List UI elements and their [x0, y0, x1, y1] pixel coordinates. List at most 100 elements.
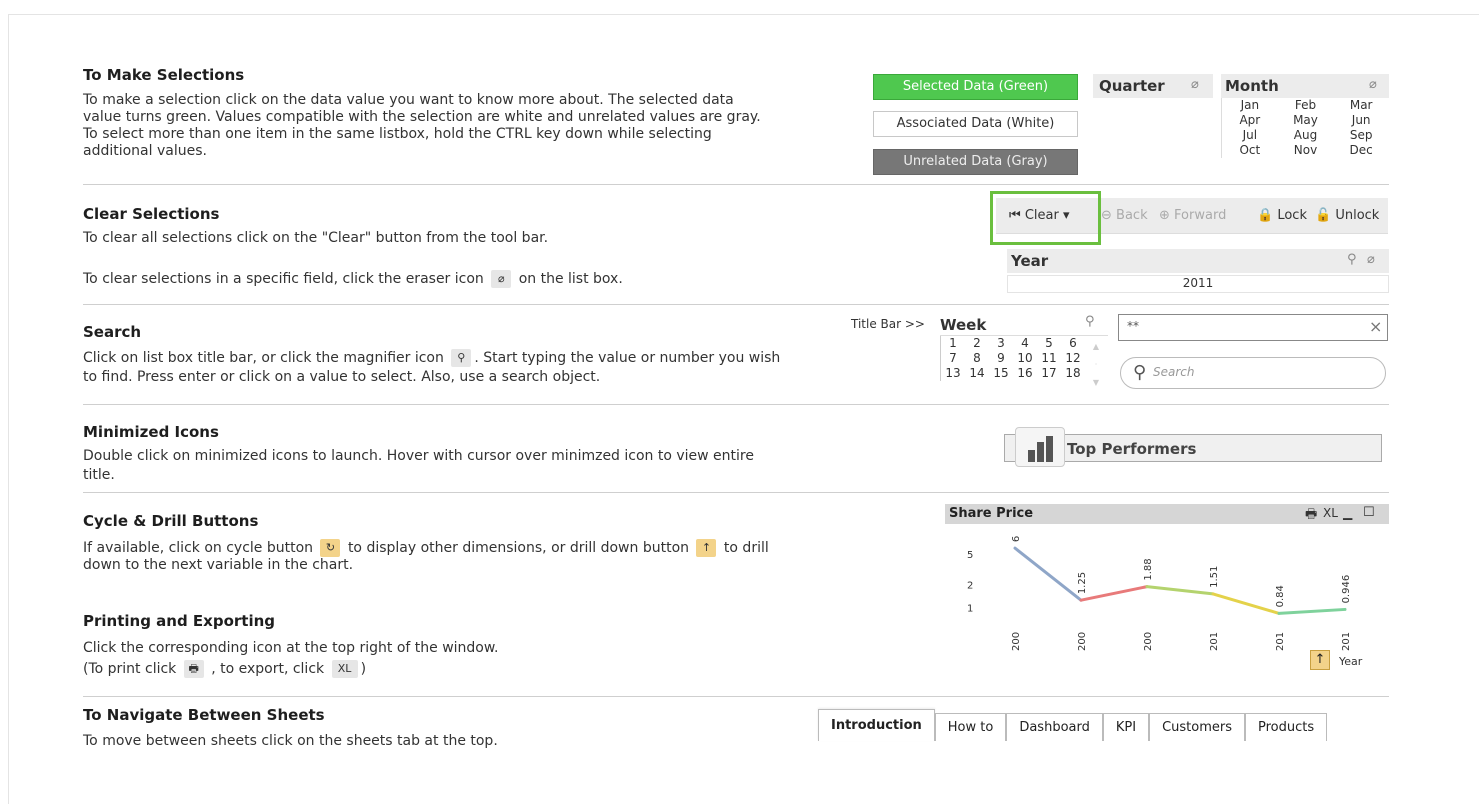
clear-button-highlight — [990, 191, 1101, 245]
week-value[interactable]: 16 — [1013, 366, 1037, 381]
tab-kpi[interactable]: KPI — [1102, 713, 1150, 741]
week-value[interactable]: 3 — [989, 336, 1013, 351]
tab-introduction[interactable]: Introduction — [818, 709, 935, 741]
x-tick-label: 200 — [1077, 632, 1088, 651]
cycle-icon: ↻ — [320, 539, 341, 557]
week-value[interactable]: 5 — [1037, 336, 1061, 351]
tab-how-to[interactable]: How to — [934, 713, 1007, 741]
search-input[interactable]: ⚲ Search — [1120, 357, 1386, 389]
week-value[interactable]: 1 — [941, 336, 965, 351]
data-label: 6 — [1011, 536, 1022, 542]
tab-products[interactable]: Products — [1244, 713, 1328, 741]
data-label: 1.88 — [1143, 558, 1154, 580]
month-value[interactable]: May — [1278, 113, 1334, 128]
week-value[interactable]: 17 — [1037, 366, 1061, 381]
search-object-input[interactable]: ** × — [1118, 314, 1388, 341]
week-value[interactable]: 7 — [941, 351, 965, 366]
week-value[interactable]: 2 — [965, 336, 989, 351]
back-button[interactable]: ⊖ Back — [1101, 208, 1148, 223]
magnifier-icon[interactable]: ⚲ — [1085, 314, 1095, 329]
data-label: 1.51 — [1209, 566, 1220, 588]
month-value[interactable]: Nov — [1278, 143, 1334, 158]
maximize-icon[interactable]: ☐ — [1363, 505, 1375, 520]
search-text-line-1-start: Click on list box title bar, or click th… — [83, 350, 444, 366]
unlock-button[interactable]: 🔓 Unlock — [1315, 208, 1379, 223]
legend-unrelated-data[interactable]: Unrelated Data (Gray) — [873, 149, 1078, 175]
week-value[interactable]: 13 — [941, 366, 965, 381]
selections-text-line-2: value turns green. Values compatible wit… — [83, 109, 761, 125]
tab-customers[interactable]: Customers — [1149, 713, 1245, 741]
week-value[interactable]: 12 — [1061, 351, 1085, 366]
week-value[interactable]: 6 — [1061, 336, 1085, 351]
series-line-segment — [1145, 585, 1215, 596]
magnifier-icon: ⚲ — [451, 349, 472, 367]
legend-associated-data[interactable]: Associated Data (White) — [873, 111, 1078, 137]
week-value[interactable]: 8 — [965, 351, 989, 366]
y-tick-label: 1 — [967, 604, 973, 615]
printing-text-line-2: (To print click 🖶 , to export, click XL) — [83, 660, 366, 678]
divider — [83, 492, 1389, 493]
clear-text-line-1: To clear all selections click on the "Cl… — [83, 230, 549, 246]
week-value[interactable]: 9 — [989, 351, 1013, 366]
magnifier-icon[interactable]: ⚲ — [1347, 252, 1357, 267]
year-listbox-title: Year — [1011, 252, 1049, 270]
eraser-icon[interactable]: ⌀ — [1191, 77, 1199, 92]
y-tick-label: 5 — [967, 550, 973, 561]
week-value[interactable]: 18 — [1061, 366, 1085, 381]
month-value[interactable]: Sep — [1333, 128, 1389, 143]
search-text-line-2: to find. Press enter or click on a value… — [83, 369, 601, 385]
section-title-navigate: To Navigate Between Sheets — [83, 706, 325, 724]
quarter-listbox-caption[interactable]: Quarter ⌀ — [1093, 74, 1213, 98]
unlock-button-label: Unlock — [1335, 208, 1380, 223]
data-label: 1.25 — [1077, 572, 1088, 594]
eraser-icon[interactable]: ⌀ — [1369, 77, 1377, 92]
week-value[interactable]: 14 — [965, 366, 989, 381]
cycle-text-line-1: If available, click on cycle button ↻ to… — [83, 539, 769, 557]
month-value[interactable]: Feb — [1278, 98, 1334, 113]
export-xl-icon[interactable]: XL — [1323, 506, 1338, 520]
week-value[interactable]: 4 — [1013, 336, 1037, 351]
month-value[interactable]: Jul — [1222, 128, 1278, 143]
title-bar-label: Title Bar >> — [851, 317, 925, 331]
x-tick-label: 200 — [1011, 632, 1022, 651]
eraser-icon[interactable]: ⌀ — [1367, 252, 1375, 267]
top-performers-minimized-icon[interactable]: Top Performers — [1004, 427, 1382, 467]
selections-text-line-3: To select more than one item in the same… — [83, 126, 712, 142]
month-value[interactable]: Aug — [1278, 128, 1334, 143]
search-object-value: ** — [1127, 319, 1139, 333]
search-input-placeholder: Search — [1153, 365, 1195, 379]
close-icon[interactable]: × — [1369, 317, 1382, 336]
week-value[interactable]: 10 — [1013, 351, 1037, 366]
minimize-icon[interactable]: ▁ — [1343, 506, 1352, 520]
week-value[interactable]: 11 — [1037, 351, 1061, 366]
month-value[interactable]: Oct — [1222, 143, 1278, 158]
month-value[interactable]: Dec — [1333, 143, 1389, 158]
week-value[interactable]: 15 — [989, 366, 1013, 381]
month-listbox-caption[interactable]: Month ⌀ — [1221, 74, 1389, 98]
divider — [83, 404, 1389, 405]
year-listbox-caption[interactable]: Year ⚲ ⌀ — [1007, 249, 1389, 273]
month-value[interactable]: Mar — [1333, 98, 1389, 113]
series-line-segment — [1211, 592, 1281, 615]
chart-caption[interactable]: Share Price 🖶 XL ▁ ☐ — [945, 504, 1389, 524]
week-listbox-caption[interactable]: Week ⚲ — [940, 314, 1108, 336]
section-title-selections: To Make Selections — [83, 66, 245, 84]
year-listbox-value[interactable]: 2011 — [1007, 275, 1389, 293]
data-label: 0.84 — [1275, 585, 1286, 607]
legend-selected-data[interactable]: Selected Data (Green) — [873, 74, 1078, 100]
sheet-tabs: Introduction How to Dashboard KPI Customers P… — [818, 709, 1328, 741]
forward-button[interactable]: ⊕ Forward — [1159, 208, 1226, 223]
tab-dashboard[interactable]: Dashboard — [1006, 713, 1103, 741]
forward-button-label: Forward — [1174, 208, 1227, 223]
forward-icon: ⊕ — [1159, 208, 1170, 223]
eraser-icon: ⌀ — [491, 270, 512, 288]
drill-up-icon[interactable]: ↑ — [1310, 650, 1330, 670]
print-icon[interactable]: 🖶 — [1305, 505, 1317, 527]
lock-button-label: Lock — [1277, 208, 1307, 223]
month-value[interactable]: Apr — [1222, 113, 1278, 128]
lock-button[interactable]: 🔒 Lock — [1257, 208, 1307, 223]
month-value[interactable]: Jun — [1333, 113, 1389, 128]
month-value[interactable]: Jan — [1222, 98, 1278, 113]
search-icon: ⚲ — [1133, 362, 1147, 383]
week-scrollbar[interactable]: ▲ · ▼ — [1092, 338, 1100, 392]
